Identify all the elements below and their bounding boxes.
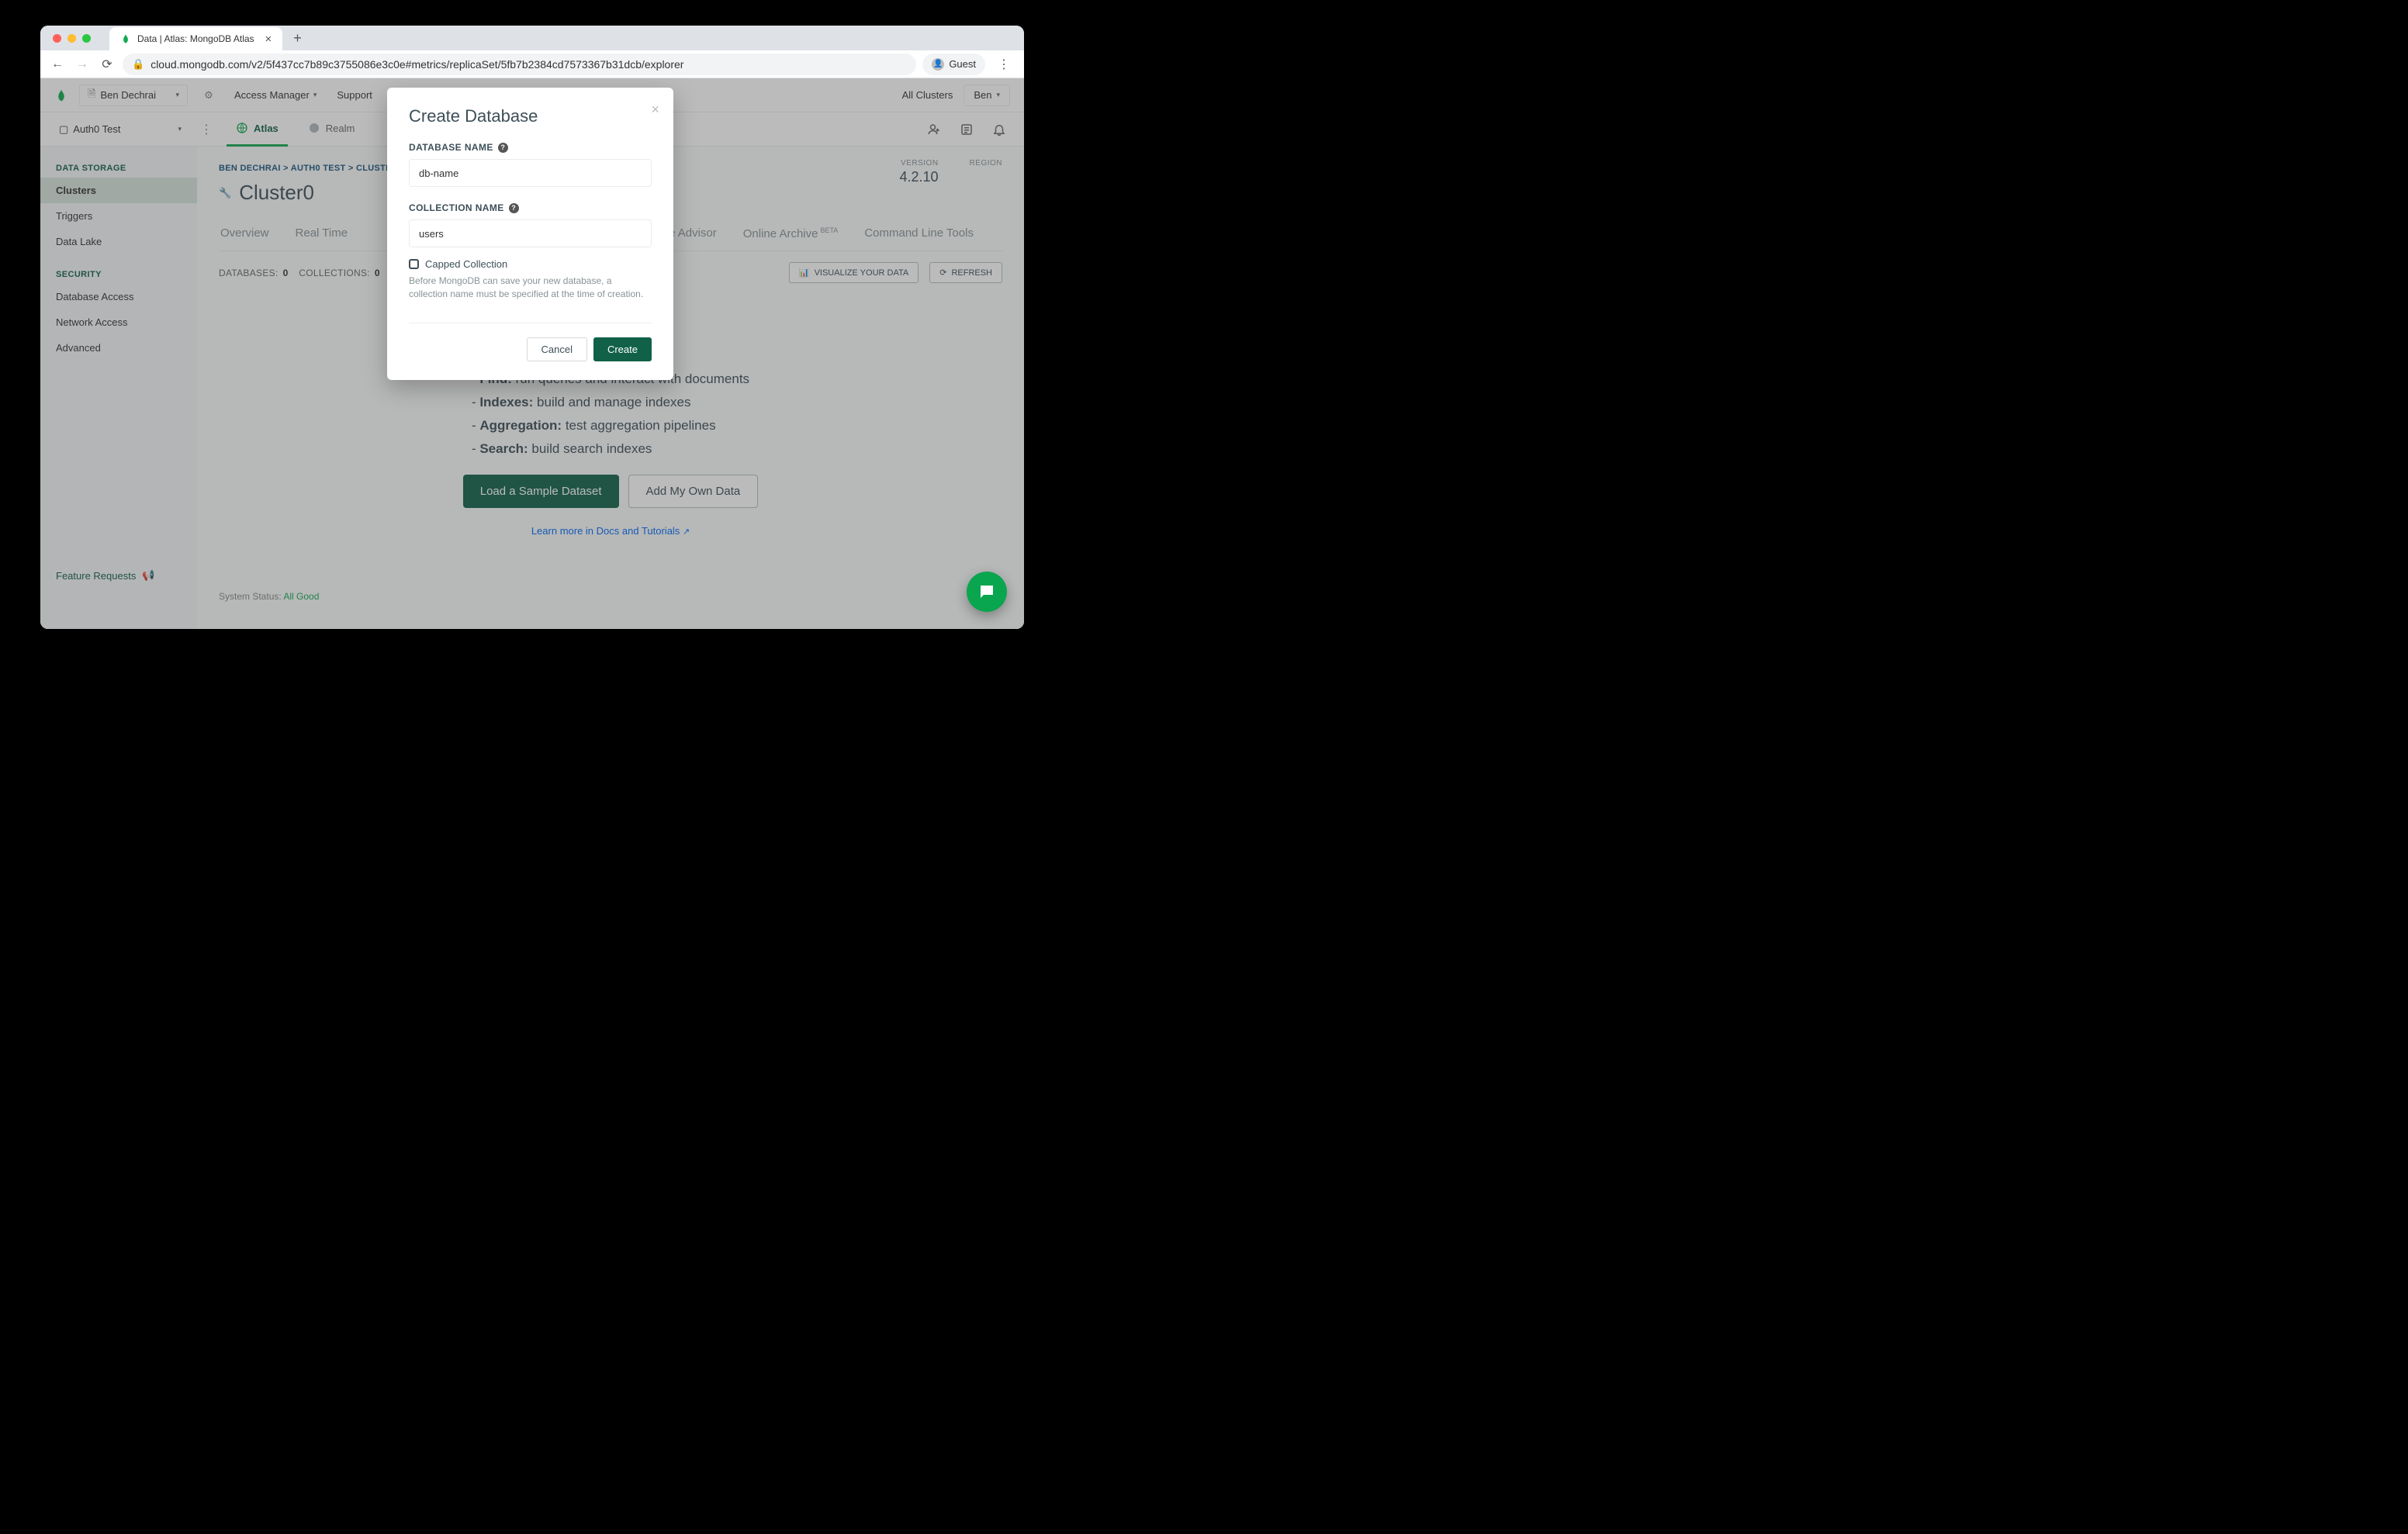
modal-title: Create Database: [409, 106, 652, 126]
helper-text: Before MongoDB can save your new databas…: [409, 275, 652, 301]
modal-close-button[interactable]: ×: [651, 102, 659, 118]
tab-strip: Data | Atlas: MongoDB Atlas × +: [40, 26, 1024, 50]
profile-avatar-icon: 👤: [932, 58, 944, 71]
mongodb-leaf-icon: [120, 33, 131, 44]
help-icon[interactable]: ?: [509, 203, 519, 213]
db-name-input[interactable]: [409, 159, 652, 187]
cancel-button[interactable]: Cancel: [527, 337, 587, 361]
profile-button[interactable]: 👤 Guest: [922, 54, 985, 75]
collection-name-label: COLLECTION NAME ?: [409, 202, 652, 213]
tab-title: Data | Atlas: MongoDB Atlas: [137, 33, 254, 44]
browser-menu-button[interactable]: ⋮: [991, 57, 1016, 72]
collection-name-input[interactable]: [409, 219, 652, 247]
new-tab-button[interactable]: +: [293, 30, 302, 47]
back-button[interactable]: ←: [48, 57, 67, 71]
create-database-modal: × Create Database DATABASE NAME ? COLLEC…: [387, 88, 673, 380]
close-window-icon[interactable]: [53, 34, 61, 43]
browser-tab[interactable]: Data | Atlas: MongoDB Atlas ×: [109, 27, 282, 50]
omnibox[interactable]: 🔒 cloud.mongodb.com/v2/5f437cc7b89c37550…: [123, 54, 916, 75]
help-icon[interactable]: ?: [498, 143, 508, 153]
intercom-chat-button[interactable]: [967, 572, 1007, 612]
lock-icon: 🔒: [132, 58, 144, 71]
capped-collection-checkbox[interactable]: Capped Collection: [409, 258, 652, 270]
reload-button[interactable]: ⟳: [98, 57, 116, 72]
forward-button[interactable]: →: [73, 57, 92, 71]
chat-icon: [977, 582, 996, 601]
url-text: cloud.mongodb.com/v2/5f437cc7b89c3755086…: [150, 58, 683, 71]
browser-window: Data | Atlas: MongoDB Atlas × + ← → ⟳ 🔒 …: [40, 26, 1024, 629]
window-controls: [48, 34, 95, 43]
create-button[interactable]: Create: [593, 337, 652, 361]
tab-close-icon[interactable]: ×: [265, 33, 272, 46]
minimize-window-icon[interactable]: [67, 34, 76, 43]
checkbox-icon: [409, 259, 419, 269]
maximize-window-icon[interactable]: [82, 34, 91, 43]
db-name-label: DATABASE NAME ?: [409, 142, 652, 153]
profile-label: Guest: [949, 58, 976, 70]
app: 🗎 Ben Dechrai ▾ ⚙ Access Manager ▾ Suppo…: [40, 78, 1024, 629]
address-bar: ← → ⟳ 🔒 cloud.mongodb.com/v2/5f437cc7b89…: [40, 50, 1024, 78]
modal-footer: Cancel Create: [409, 323, 652, 361]
